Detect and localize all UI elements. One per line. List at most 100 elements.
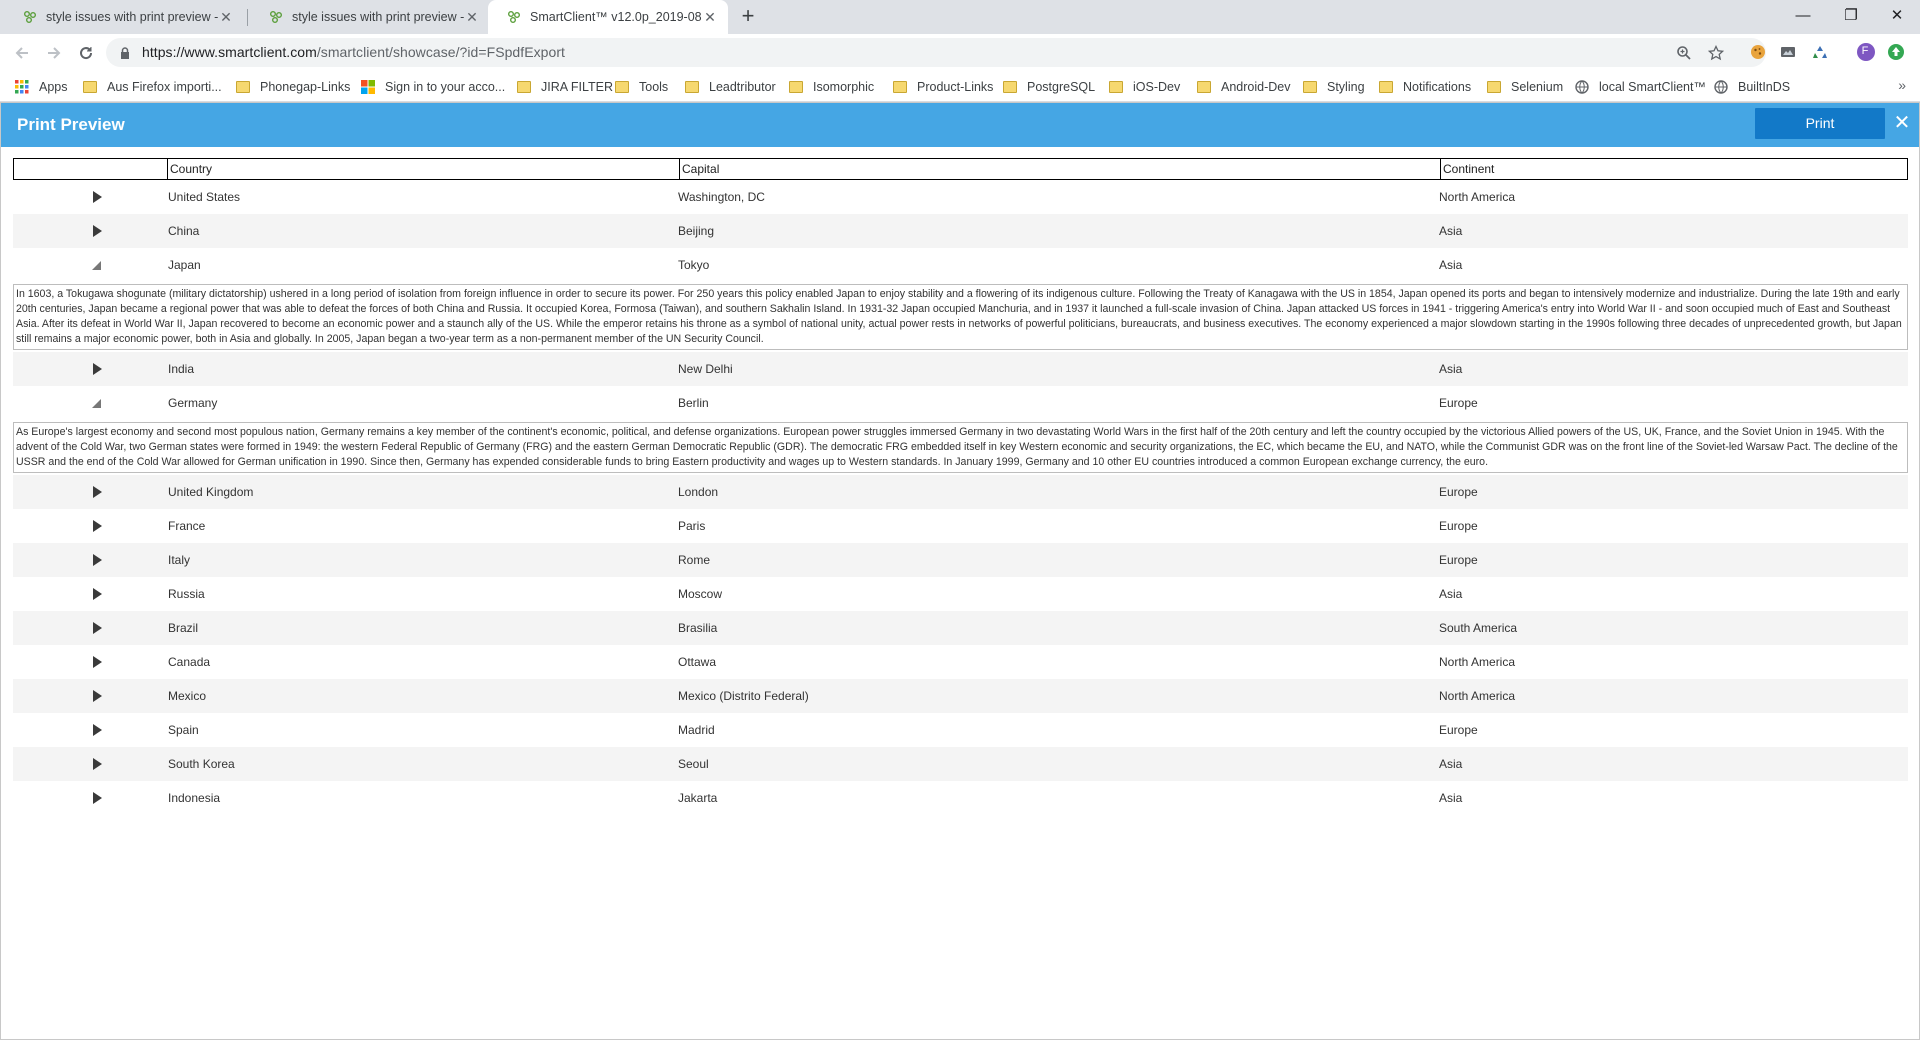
table-row[interactable]: Brazil Brasilia South America — [13, 611, 1908, 645]
expand-triangle-icon[interactable] — [93, 622, 102, 634]
tab-close-icon[interactable]: ✕ — [464, 9, 480, 25]
lock-icon[interactable] — [120, 46, 130, 64]
expand-cell[interactable] — [13, 363, 166, 375]
smartclient-favicon-icon — [22, 9, 38, 25]
print-button[interactable]: Print — [1755, 108, 1885, 139]
expand-cell[interactable] — [13, 260, 166, 270]
bookmark-item[interactable]: JIRA FILTER — [516, 77, 613, 97]
capital-cell: London — [678, 485, 719, 499]
tab-close-icon[interactable]: ✕ — [702, 9, 718, 25]
table-row[interactable]: United Kingdom London Europe — [13, 475, 1908, 509]
bookmark-item[interactable]: Tools — [614, 77, 668, 97]
table-row[interactable]: Mexico Mexico (Distrito Federal) North Ame… — [13, 679, 1908, 713]
window-close-button[interactable]: ✕ — [1874, 0, 1920, 30]
folder-icon — [1108, 79, 1124, 95]
country-cell: Mexico — [168, 689, 207, 703]
bookmark-label: Apps — [39, 80, 68, 94]
expand-triangle-icon[interactable] — [93, 191, 102, 203]
zoom-icon[interactable] — [1674, 43, 1694, 63]
profile-avatar[interactable]: F — [1856, 42, 1876, 62]
capital-cell: Ottawa — [678, 655, 717, 669]
expand-triangle-icon[interactable] — [93, 690, 102, 702]
recycle-extension-icon[interactable] — [1810, 42, 1830, 62]
expand-triangle-icon[interactable] — [93, 792, 102, 804]
continent-cell: Asia — [1439, 587, 1463, 601]
back-button[interactable] — [10, 41, 34, 65]
expand-triangle-icon[interactable] — [93, 520, 102, 532]
browser-tab-2[interactable]: style issues with print preview - S ✕ — [250, 0, 490, 34]
table-row[interactable]: United States Washington, DC North America — [13, 180, 1908, 214]
table-row[interactable]: Indonesia Jakarta Asia — [13, 781, 1908, 815]
new-tab-button[interactable]: + — [736, 5, 760, 29]
bookmark-item[interactable]: BuiltInDS — [1713, 77, 1790, 97]
expand-triangle-icon[interactable] — [93, 724, 102, 736]
table-row[interactable]: France Paris Europe — [13, 509, 1908, 543]
bookmark-item[interactable]: Selenium — [1486, 77, 1563, 97]
bookmarks-overflow-button[interactable]: » — [1898, 77, 1906, 93]
url-text[interactable]: https://www.smartclient.com/smartclient/… — [142, 44, 565, 60]
reload-button[interactable] — [74, 41, 98, 65]
expand-cell[interactable] — [13, 554, 166, 566]
expand-cell[interactable] — [13, 724, 166, 736]
restore-button[interactable]: ❐ — [1828, 0, 1874, 30]
bookmark-item[interactable]: iOS-Dev — [1108, 77, 1180, 97]
bookmark-item[interactable]: Styling — [1302, 77, 1365, 97]
bookmark-item[interactable]: Phonegap-Links — [235, 77, 350, 97]
bookmark-item[interactable]: local SmartClient™ — [1574, 77, 1706, 97]
bookmark-item[interactable]: Sign in to your acco... — [360, 77, 505, 97]
expand-cell[interactable] — [13, 588, 166, 600]
bookmark-item[interactable]: Isomorphic — [788, 77, 874, 97]
browser-tab-3-active[interactable]: SmartClient™ v12.0p_2019-08-08 ✕ — [488, 0, 728, 34]
collapse-triangle-icon[interactable] — [92, 260, 101, 270]
expand-triangle-icon[interactable] — [93, 554, 102, 566]
bookmark-item[interactable]: Aus Firefox importi... — [82, 77, 222, 97]
expand-triangle-icon[interactable] — [93, 588, 102, 600]
expand-cell[interactable] — [13, 690, 166, 702]
close-icon[interactable]: ✕ — [1891, 112, 1913, 134]
tab-close-icon[interactable]: ✕ — [218, 9, 234, 25]
forward-button[interactable] — [42, 41, 66, 65]
table-row[interactable]: Spain Madrid Europe — [13, 713, 1908, 747]
bookmark-star-icon[interactable] — [1706, 43, 1726, 63]
row-detail-text: In 1603, a Tokugawa shogunate (military … — [13, 284, 1908, 350]
bookmark-item[interactable]: Notifications — [1378, 77, 1471, 97]
table-row[interactable]: Russia Moscow Asia — [13, 577, 1908, 611]
table-row[interactable]: Japan Tokyo Asia — [13, 248, 1908, 282]
capital-cell: Paris — [678, 519, 706, 533]
table-row[interactable]: Germany Berlin Europe — [13, 386, 1908, 420]
cookie-extension-icon[interactable] — [1748, 42, 1768, 62]
expand-cell[interactable] — [13, 398, 166, 408]
expand-cell[interactable] — [13, 520, 166, 532]
expand-cell[interactable] — [13, 191, 166, 203]
screenshot-extension-icon[interactable] — [1778, 42, 1798, 62]
expand-triangle-icon[interactable] — [93, 656, 102, 668]
expand-cell[interactable] — [13, 622, 166, 634]
apps-grid-icon — [14, 79, 30, 95]
bookmark-item[interactable]: PostgreSQL — [1002, 77, 1095, 97]
expand-triangle-icon[interactable] — [93, 486, 102, 498]
bookmark-item[interactable]: Product-Links — [892, 77, 993, 97]
expand-triangle-icon[interactable] — [93, 758, 102, 770]
bookmark-item[interactable]: Leadtributor — [684, 77, 776, 97]
browser-tab-1[interactable]: style issues with print preview - S ✕ — [4, 0, 244, 34]
expand-triangle-icon[interactable] — [93, 363, 102, 375]
expand-cell[interactable] — [13, 758, 166, 770]
bookmark-item[interactable]: Android-Dev — [1196, 77, 1290, 97]
table-row[interactable]: South Korea Seoul Asia — [13, 747, 1908, 781]
update-extension-icon[interactable] — [1886, 42, 1906, 62]
address-bar[interactable]: https://www.smartclient.com/smartclient/… — [106, 38, 1766, 67]
expand-cell[interactable] — [13, 225, 166, 237]
expand-cell[interactable] — [13, 792, 166, 804]
table-row[interactable]: Italy Rome Europe — [13, 543, 1908, 577]
expand-cell[interactable] — [13, 656, 166, 668]
table-row[interactable]: Canada Ottawa North America — [13, 645, 1908, 679]
minimize-button[interactable]: — — [1780, 0, 1826, 30]
expand-cell[interactable] — [13, 486, 166, 498]
expand-triangle-icon[interactable] — [93, 225, 102, 237]
table-row[interactable]: India New Delhi Asia — [13, 352, 1908, 386]
table-row[interactable]: China Beijing Asia — [13, 214, 1908, 248]
print-preview-window: Print Preview Print ✕ Country Capital Co… — [0, 102, 1920, 1040]
bookmark-item[interactable]: Apps — [14, 77, 68, 97]
country-cell: Spain — [168, 723, 199, 737]
collapse-triangle-icon[interactable] — [92, 398, 101, 408]
